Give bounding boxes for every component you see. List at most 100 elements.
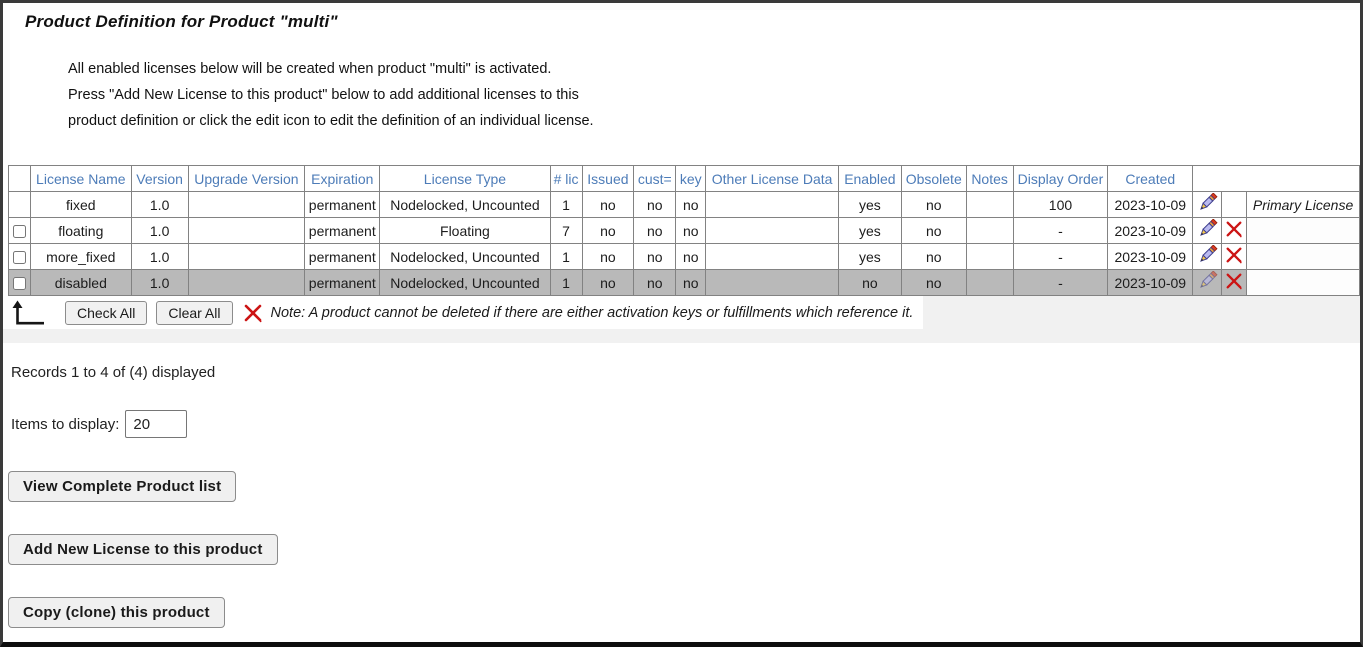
table-row: disabled1.0permanentNodelocked, Uncounte… [9,270,1360,296]
cell-license-type: Nodelocked, Uncounted [380,270,550,296]
cell-issued: no [582,244,634,270]
column-header-issued[interactable]: Issued [582,166,634,192]
cell-issued: no [582,192,634,218]
cell-license-name: disabled [30,270,131,296]
row-checkbox[interactable] [13,277,26,290]
cell-version: 1.0 [131,218,188,244]
cell-display-order: - [1013,218,1108,244]
cell-obsolete: no [901,192,966,218]
cell-cust: no [634,218,676,244]
license-table: License Name Version Upgrade Version Exp… [8,165,1360,296]
delete-note-text: Note: A product cannot be deleted if the… [271,305,914,321]
cell-edit [1193,192,1222,218]
cell-license-type: Nodelocked, Uncounted [380,192,550,218]
cell-num-lic: 1 [550,192,582,218]
cell-obsolete: no [901,270,966,296]
cell-key: no [676,244,706,270]
cell-notes [966,270,1013,296]
check-all-button[interactable]: Check All [65,301,147,325]
add-new-license-button[interactable]: Add New License to this product [8,534,278,565]
column-header-license-type[interactable]: License Type [380,166,550,192]
checkbox-column-arrow-icon [11,300,45,326]
column-header-enabled[interactable]: Enabled [838,166,901,192]
table-row: floating1.0permanentFloating7nononoyesno… [9,218,1360,244]
cell-version: 1.0 [131,192,188,218]
cell-upgrade-version [188,244,305,270]
cell-other-license-data [706,270,839,296]
pencil-icon-glyph [1196,245,1218,265]
cell-enabled: yes [838,218,901,244]
cell-num-lic: 7 [550,218,582,244]
column-header-license-name[interactable]: License Name [30,166,131,192]
items-to-display-input[interactable] [125,410,187,438]
cell-upgrade-version [188,192,305,218]
delete-icon[interactable] [1225,272,1243,290]
cell-license-name: fixed [30,192,131,218]
cell-license-name: more_fixed [30,244,131,270]
cell-version: 1.0 [131,270,188,296]
column-header-upgrade-version[interactable]: Upgrade Version [188,166,305,192]
delete-icon[interactable] [1225,220,1243,238]
intro-line: product definition or click the edit ico… [68,108,1360,134]
column-header-key[interactable]: key [676,166,706,192]
row-checkbox[interactable] [13,225,26,238]
view-complete-product-list-button[interactable]: View Complete Product list [8,471,236,502]
cell-edit [1193,270,1222,296]
row-select-cell [9,244,31,270]
column-header-obsolete[interactable]: Obsolete [901,166,966,192]
cell-created: 2023-10-09 [1108,244,1193,270]
column-header-cust[interactable]: cust= [634,166,676,192]
cell-edit [1193,244,1222,270]
select-column-header [9,166,31,192]
cell-delete [1222,244,1247,270]
cell-other-license-data [706,244,839,270]
cell-expiration: permanent [305,192,380,218]
x-icon-glyph [1225,246,1243,264]
page-title: Product Definition for Product "multi" [25,12,1360,32]
product-definition-page: { "page": { "title": "Product Definition… [0,0,1363,647]
x-icon-glyph [1225,272,1243,290]
cell-num-lic: 1 [550,270,582,296]
pencil-icon-glyph [1196,193,1218,213]
column-header-expiration[interactable]: Expiration [305,166,380,192]
delete-legend-x-icon [243,303,263,323]
cell-enabled: yes [838,192,901,218]
cell-key: no [676,218,706,244]
edit-icon[interactable] [1196,193,1218,213]
table-footer-band: Check All Clear All Note: A product cann… [3,296,1360,343]
cell-created: 2023-10-09 [1108,192,1193,218]
cell-delete [1222,218,1247,244]
cell-license-type: Nodelocked, Uncounted [380,244,550,270]
cell-expiration: permanent [305,218,380,244]
edit-icon[interactable] [1196,245,1218,265]
column-header-notes[interactable]: Notes [966,166,1013,192]
delete-icon[interactable] [1225,246,1243,264]
cell-license-type: Floating [380,218,550,244]
edit-icon[interactable] [1196,219,1218,239]
cell-license-name: floating [30,218,131,244]
header-row: License Name Version Upgrade Version Exp… [9,166,1360,192]
cell-other-license-data [706,218,839,244]
cell-version: 1.0 [131,244,188,270]
edit-icon[interactable] [1196,271,1218,291]
primary-license-empty-cell [1247,218,1360,244]
cell-cust: no [634,244,676,270]
cell-expiration: permanent [305,244,380,270]
column-header-display-order[interactable]: Display Order [1013,166,1108,192]
table-footer-row: Check All Clear All Note: A product cann… [3,296,923,329]
cell-display-order: - [1013,270,1108,296]
copy-clone-product-button[interactable]: Copy (clone) this product [8,597,225,628]
cell-enabled: no [838,270,901,296]
cell-key: no [676,192,706,218]
column-header-num-lic[interactable]: # lic [550,166,582,192]
x-icon-glyph [1225,220,1243,238]
table-row: fixed1.0permanentNodelocked, Uncounted1n… [9,192,1360,218]
clear-all-button[interactable]: Clear All [156,301,232,325]
cell-upgrade-version [188,218,305,244]
column-header-created[interactable]: Created [1108,166,1193,192]
column-header-other-license-data[interactable]: Other License Data [706,166,839,192]
table-row: more_fixed1.0 permanentNodelocked, Uncoun… [9,244,1360,270]
column-header-version[interactable]: Version [131,166,188,192]
row-checkbox[interactable] [13,251,26,264]
cell-delete [1222,270,1247,296]
